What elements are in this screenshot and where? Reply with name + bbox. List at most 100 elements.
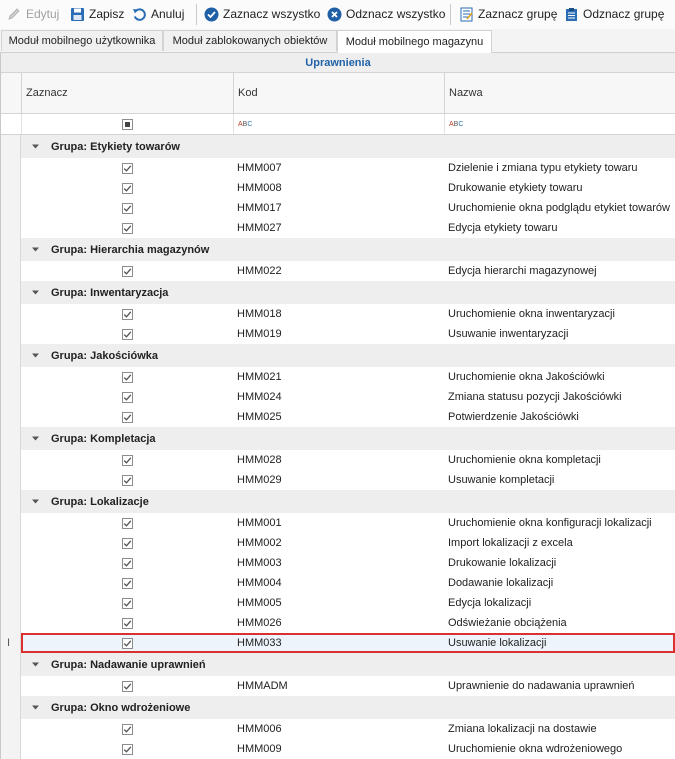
group-row[interactable]: Grupa: Nadawanie uprawnień [21,653,675,676]
chevron-down-icon[interactable] [29,433,41,445]
select-cell[interactable] [21,162,233,174]
table-row[interactable]: HMM024 Zmiana statusu pozycji Jakościówki [21,387,675,407]
row-checkbox[interactable] [121,391,133,403]
row-checkbox[interactable] [121,202,133,214]
deselect-all-button[interactable]: Odznacz wszystko [326,4,445,24]
group-row[interactable]: Grupa: Lokalizacje [21,490,675,513]
table-row[interactable]: HMMADM Uprawnienie do nadawania uprawnień [21,676,675,696]
table-row[interactable]: HMM008 Drukowanie etykiety towaru [21,178,675,198]
select-group-button[interactable]: Zaznacz grupę [458,4,557,24]
row-checkbox[interactable] [121,328,133,340]
column-header-code[interactable]: Kod [233,73,444,113]
select-cell[interactable] [21,743,233,755]
group-row[interactable]: Grupa: Inwentaryzacja [21,281,675,304]
row-checkbox[interactable] [121,474,133,486]
row-checkbox[interactable] [121,454,133,466]
table-row-focused[interactable]: I HMM033 Usuwanie lokalizacji [7,633,675,653]
cancel-button[interactable]: Anuluj [131,4,184,24]
row-checkbox[interactable] [121,517,133,529]
select-cell[interactable] [21,265,233,277]
tab-locked-objects-module[interactable]: Moduł zablokowanych obiektów [163,30,337,51]
select-cell[interactable] [21,637,233,649]
select-cell[interactable] [21,723,233,735]
row-checkbox[interactable] [121,411,133,423]
column-header-name[interactable]: Nazwa [444,73,675,113]
chevron-down-icon[interactable] [29,702,41,714]
row-checkbox[interactable] [121,577,133,589]
row-checkbox[interactable] [121,637,133,649]
select-cell[interactable] [21,182,233,194]
deselect-group-button[interactable]: Odznacz grupę [563,4,664,24]
row-checkbox[interactable] [121,371,133,383]
table-row[interactable]: HMM021 Uruchomienie okna Jakościówki [21,367,675,387]
tab-mobile-user-module[interactable]: Moduł mobilnego użytkownika [1,30,163,51]
chevron-down-icon[interactable] [29,287,41,299]
column-header-select[interactable]: Zaznacz [21,73,233,113]
table-row[interactable]: HMM006 Zmiana lokalizacji na dostawie [21,719,675,739]
chevron-down-icon[interactable] [29,659,41,671]
group-row[interactable]: Grupa: Kompletacja [21,427,675,450]
chevron-down-icon[interactable] [29,244,41,256]
table-row[interactable]: HMM005 Edycja lokalizacji [21,593,675,613]
row-checkbox[interactable] [121,265,133,277]
row-checkbox[interactable] [121,617,133,629]
select-cell[interactable] [21,617,233,629]
table-row[interactable]: HMM007 Dzielenie i zmiana typu etykiety t… [21,158,675,178]
row-checkbox[interactable] [121,222,133,234]
select-cell[interactable] [21,222,233,234]
group-row[interactable]: Grupa: Okno wdrożeniowe [21,696,675,719]
edit-button[interactable]: Edytuj [6,4,59,24]
table-row[interactable]: HMM009 Uruchomienie okna wdrożeniowego [21,739,675,759]
chevron-down-icon[interactable] [29,496,41,508]
row-checkbox[interactable] [121,597,133,609]
row-checkbox[interactable] [121,743,133,755]
select-cell[interactable] [21,577,233,589]
table-row[interactable]: HMM025 Potwierdzenie Jakościówki [21,407,675,427]
table-row[interactable]: HMM004 Dodawanie lokalizacji [21,573,675,593]
table-row[interactable]: HMM019 Usuwanie inwentaryzacji [21,324,675,344]
table-row[interactable]: HMM022 Edycja hierarchi magazynowej [21,261,675,281]
row-checkbox[interactable] [121,182,133,194]
table-row[interactable]: HMM017 Uruchomienie okna podglądu etykiet… [21,198,675,218]
deselect-all-label: Odznacz wszystko [346,7,446,21]
select-cell[interactable] [21,391,233,403]
table-row[interactable]: HMM026 Odświeżanie obciążenia [21,613,675,633]
select-cell[interactable] [21,474,233,486]
group-row[interactable]: Grupa: Etykiety towarów [21,135,675,158]
table-row[interactable]: HMM029 Usuwanie kompletacji [21,470,675,490]
select-cell[interactable] [21,202,233,214]
select-cell[interactable] [21,597,233,609]
select-cell[interactable] [21,454,233,466]
chevron-down-icon[interactable] [29,350,41,362]
table-row[interactable]: HMM018 Uruchomienie okna inwentaryzacji [21,304,675,324]
chevron-down-icon[interactable] [29,141,41,153]
select-cell[interactable] [21,308,233,320]
select-cell[interactable] [21,328,233,340]
table-row[interactable]: HMM028 Uruchomienie okna kompletacji [21,450,675,470]
select-cell[interactable] [21,411,233,423]
filter-checkbox[interactable] [122,118,133,130]
row-checkbox[interactable] [121,308,133,320]
select-cell[interactable] [21,517,233,529]
tab-mobile-warehouse-module[interactable]: Moduł mobilnego magazynu [337,30,492,53]
filter-code-cell[interactable]: ABC [233,114,444,134]
table-row[interactable]: HMM003 Drukowanie lokalizacji [21,553,675,573]
select-all-button[interactable]: Zaznacz wszystko [203,4,320,24]
row-checkbox[interactable] [121,680,133,692]
row-checkbox[interactable] [121,723,133,735]
group-row[interactable]: Grupa: Jakościówka [21,344,675,367]
row-checkbox[interactable] [121,162,133,174]
select-cell[interactable] [21,680,233,692]
table-row[interactable]: HMM002 Import lokalizacji z excela [21,533,675,553]
row-checkbox[interactable] [121,537,133,549]
save-button[interactable]: Zapisz [69,4,124,24]
row-checkbox[interactable] [121,557,133,569]
select-cell[interactable] [21,537,233,549]
filter-name-cell[interactable]: ABC [444,114,675,134]
filter-select-cell[interactable] [21,114,233,134]
table-row[interactable]: HMM001 Uruchomienie okna konfiguracji lok… [21,513,675,533]
group-row[interactable]: Grupa: Hierarchia magazynów [21,238,675,261]
table-row[interactable]: HMM027 Edycja etykiety towaru [21,218,675,238]
select-cell[interactable] [21,371,233,383]
select-cell[interactable] [21,557,233,569]
